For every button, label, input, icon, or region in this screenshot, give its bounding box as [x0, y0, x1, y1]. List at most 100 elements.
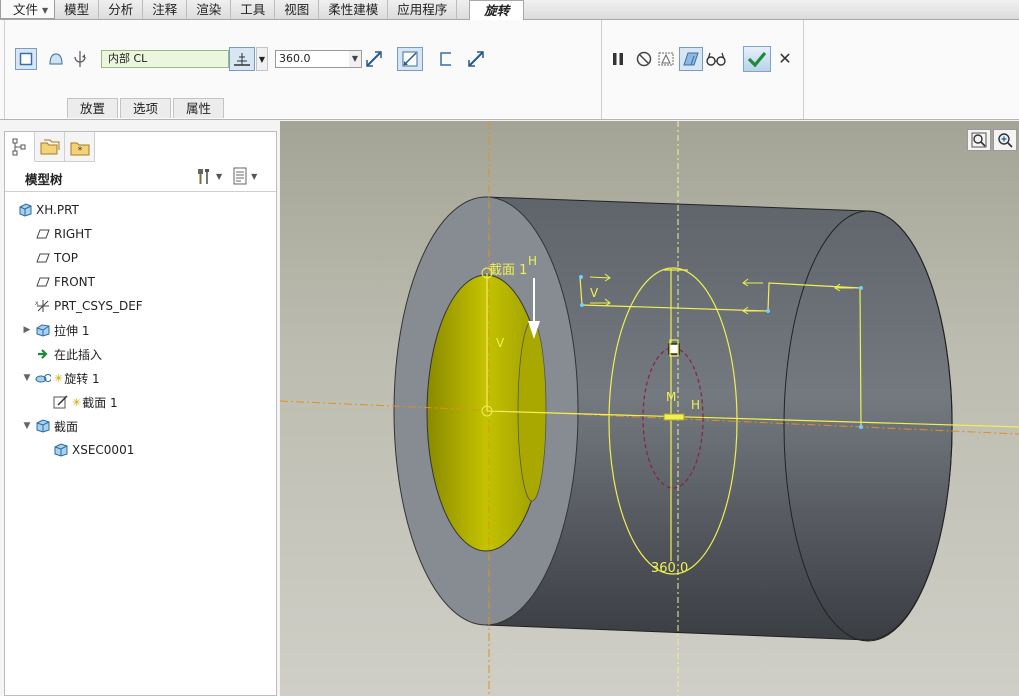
chevron-down-icon: ▼	[258, 54, 266, 64]
graphics-window[interactable]: 截面 1 H V V M H 360.0	[280, 121, 1019, 696]
tab-placement[interactable]: 放置	[67, 98, 119, 118]
feature-control-group: ✕	[601, 20, 804, 119]
tab-model-tree[interactable]	[5, 132, 35, 162]
show-options-button[interactable]: ▼	[232, 167, 257, 185]
tree-item-label: 旋转 1	[64, 371, 100, 386]
revolve-axis-button[interactable]	[69, 48, 91, 70]
revolve-dashboard: 内部 CL ▼ 360.0 ▼ 放置 选项 属性 ✕	[0, 20, 1019, 120]
revolve-axis-icon	[74, 51, 86, 67]
flip-thickness-button[interactable]	[465, 48, 487, 70]
tab-favorites[interactable]: *	[65, 132, 95, 162]
no-preview-button[interactable]	[633, 48, 655, 70]
v-label-1: V	[496, 336, 505, 350]
cancel-button[interactable]: ✕	[777, 50, 793, 68]
angle-dropdown[interactable]: ▼	[349, 50, 362, 68]
menu-flexible-modeling[interactable]: 柔性建模	[319, 0, 389, 19]
flip-direction-icon	[366, 51, 382, 67]
tree-item-[interactable]: ▼ 截面	[21, 415, 78, 437]
model-tree-header: 模型树 ▼ ▼	[5, 163, 276, 192]
refit-icon	[971, 132, 987, 148]
surface-icon	[49, 53, 63, 65]
preview-geometry-icon	[658, 52, 674, 66]
remove-material-button[interactable]	[397, 47, 423, 71]
csys-icon: x	[35, 298, 51, 314]
no-preview-icon	[636, 51, 652, 67]
sketch-name-field[interactable]: 内部 CL	[101, 50, 229, 68]
thicken-icon	[440, 52, 451, 66]
tab-options[interactable]: 选项	[120, 98, 172, 118]
hammer-icon	[198, 169, 209, 184]
preview-feature-button[interactable]	[679, 47, 703, 71]
tree-item-label: FRONT	[54, 275, 95, 289]
angle-dimension[interactable]: 360.0	[651, 561, 688, 576]
chevron-down-icon: ▼	[216, 171, 223, 181]
chevron-down-icon: ▼	[351, 54, 359, 63]
preview-geometry-button[interactable]	[655, 48, 677, 70]
v-label-2: V	[590, 286, 599, 300]
in-progress-star-icon: ✳	[54, 371, 64, 385]
verify-button[interactable]	[705, 48, 727, 70]
menu-annotate[interactable]: 注释	[143, 0, 188, 19]
angle-type-button[interactable]	[229, 47, 255, 71]
flip-angle-button[interactable]	[363, 48, 385, 70]
model-tree-tools: ▼ ▼	[195, 167, 257, 185]
model-canvas: 截面 1 H V V M H 360.0	[280, 121, 1019, 696]
zoom-in-icon	[998, 133, 1013, 148]
angle-type-dropdown[interactable]: ▼	[256, 47, 268, 71]
expand-toggle-icon[interactable]: ▼	[21, 421, 33, 431]
menu-tools[interactable]: 工具	[231, 0, 276, 19]
axis-handle[interactable]	[663, 413, 685, 421]
insert-here-icon	[35, 346, 51, 362]
tree-item-label: 在此插入	[54, 347, 103, 362]
solid-button[interactable]	[15, 48, 37, 70]
menu-analysis[interactable]: 分析	[99, 0, 144, 19]
ok-button[interactable]	[743, 46, 771, 72]
tree-item-label: PRT_CSYS_DEF	[54, 299, 143, 313]
expand-toggle-icon[interactable]: ▶	[21, 325, 33, 335]
tree-item-xsec0001[interactable]: XSEC0001	[53, 439, 134, 461]
pause-icon	[613, 53, 623, 65]
tree-item-1[interactable]: ▼ ✳ 旋转 1	[21, 367, 100, 389]
tree-item-prt-csys-def[interactable]: x PRT_CSYS_DEF	[21, 295, 143, 317]
revolve-icon	[35, 370, 51, 386]
expand-toggle-icon[interactable]: ▼	[21, 373, 33, 383]
tree-item-top[interactable]: TOP	[21, 247, 78, 269]
close-icon: ✕	[778, 49, 792, 68]
svg-text:x: x	[35, 300, 39, 307]
sketch-icon	[53, 394, 69, 410]
tree-item-xh-prt[interactable]: XH.PRT	[17, 199, 79, 221]
tree-item-right[interactable]: RIGHT	[21, 223, 92, 245]
chevron-down-icon: ▼	[251, 171, 258, 181]
tree-item-front[interactable]: FRONT	[21, 271, 95, 293]
tree-item-[interactable]: 在此插入	[21, 343, 102, 365]
refit-button[interactable]	[967, 129, 991, 151]
navigator-tabs: *	[5, 132, 95, 162]
tree-item-1[interactable]: ▶ 拉伸 1	[21, 319, 90, 341]
menu-model[interactable]: 模型	[55, 0, 100, 19]
extrude-icon	[35, 322, 51, 338]
pause-button[interactable]	[607, 48, 629, 70]
zoom-in-button[interactable]	[993, 129, 1017, 151]
settings-tools-button[interactable]: ▼	[195, 167, 222, 185]
tree-item-1[interactable]: ✳ 截面 1	[53, 391, 118, 413]
menu-applications[interactable]: 应用程序	[388, 0, 458, 19]
remove-material-icon	[402, 51, 418, 67]
revolve-options-group: 内部 CL ▼ 360.0 ▼ 放置 选项 属性	[4, 20, 602, 119]
solid-icon	[19, 52, 33, 66]
cylinder-front-face[interactable]	[393, 196, 579, 626]
menu-render[interactable]: 渲染	[187, 0, 232, 19]
view-toolbar	[965, 129, 1017, 151]
angle-input[interactable]: 360.0	[275, 50, 354, 68]
m-label: M	[666, 390, 676, 404]
tab-properties[interactable]: 属性	[173, 98, 225, 118]
surface-button[interactable]	[45, 48, 67, 70]
tab-revolve[interactable]: 旋转	[469, 0, 525, 21]
in-progress-star-icon: ✳	[72, 395, 82, 409]
navigator-panel: * 模型树 ▼ ▼ XH.PRT RIGHT TOP FRONT x PRT_CSYS_D…	[4, 131, 277, 696]
menu-view[interactable]: 视图	[275, 0, 320, 19]
file-menu[interactable]: 文件 ▼	[0, 0, 56, 19]
tree-item-label: RIGHT	[54, 227, 92, 241]
thicken-sketch-button[interactable]	[435, 48, 457, 70]
tab-folder-browser[interactable]	[35, 132, 65, 162]
model-tree-title: 模型树	[25, 172, 63, 187]
